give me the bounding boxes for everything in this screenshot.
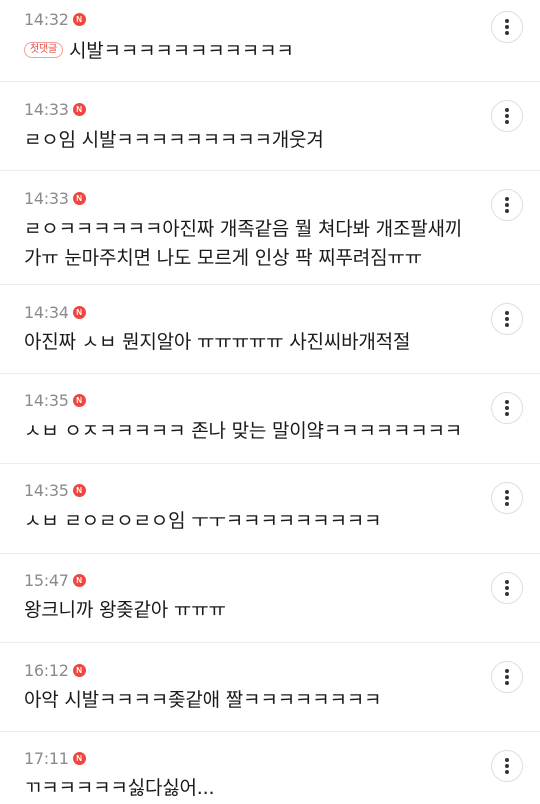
comment-time: 14:32 xyxy=(24,10,69,29)
comment-text: ㄲㅋㅋㅋㅋㅋ싫다싫어... xyxy=(24,777,215,799)
comment-item: 14:35 N ㅅㅂ ㅇㅈㅋㅋㅋㅋㅋ 존나 맞는 말이얔ㅋㅋㅋㅋㅋㅋㅋㅋ xyxy=(0,374,540,464)
more-options-button[interactable] xyxy=(491,189,523,221)
more-options-button[interactable] xyxy=(491,750,523,782)
comment-meta: 14:33 N xyxy=(24,189,86,208)
comment-time: 14:33 xyxy=(24,100,69,119)
comment-meta: 14:32 N xyxy=(24,10,86,29)
comment-text: ㄹㅇㅋㅋㅋㅋㅋㅋ아진짜 개족같음 뭘 쳐다봐 개조팔새끼 가ㅠ 눈마주치면 나도… xyxy=(24,218,463,269)
new-badge: N xyxy=(72,664,86,677)
new-badge: N xyxy=(72,13,86,26)
comment-item: 16:12 N 아악 시발ㅋㅋㅋㅋ좆같애 짤ㅋㅋㅋㅋㅋㅋㅋㅋ xyxy=(0,643,540,732)
comment-text: 아진짜 ㅅㅂ 뭔지알아 ㅠㅠㅠㅠㅠ 사진씨바개적절 xyxy=(24,331,411,353)
new-badge: N xyxy=(72,394,86,407)
new-badge: N xyxy=(72,103,86,116)
comment-meta: 14:35 N xyxy=(24,481,86,500)
more-options-button[interactable] xyxy=(491,11,523,43)
comment-time: 16:12 xyxy=(24,661,69,680)
first-comment-badge: 첫댓글 xyxy=(24,41,63,58)
comment-time: 17:11 xyxy=(24,749,69,768)
comment-text: ㄹㅇ임 시발ㅋㅋㅋㅋㅋㅋㅋㅋㅋ개웃겨 xyxy=(24,129,324,151)
new-badge: N xyxy=(72,574,86,587)
comment-meta: 16:12 N xyxy=(24,661,86,680)
comment-item: 14:33 N ㄹㅇㅋㅋㅋㅋㅋㅋ아진짜 개족같음 뭘 쳐다봐 개조팔새끼 가ㅠ … xyxy=(0,171,540,285)
comment-text: ㅅㅂ ㄹㅇㄹㅇㄹㅇ임 ㅜㅜㅋㅋㅋㅋㅋㅋㅋㅋㅋ xyxy=(24,510,382,532)
comment-meta: 17:11 N xyxy=(24,749,86,768)
comment-meta: 15:47 N xyxy=(24,571,86,590)
comment-meta: 14:35 N xyxy=(24,391,86,410)
more-options-button[interactable] xyxy=(491,572,523,604)
comment-item: 14:33 N ㄹㅇ임 시발ㅋㅋㅋㅋㅋㅋㅋㅋㅋ개웃겨 xyxy=(0,82,540,171)
comment-text-row: 첫댓글 시발ㅋㅋㅋㅋㅋㅋㅋㅋㅋㅋㅋ xyxy=(24,37,470,66)
comment-time: 14:35 xyxy=(24,481,69,500)
new-badge: N xyxy=(72,484,86,497)
comment-time: 14:33 xyxy=(24,189,69,208)
comment-text: 왕크니까 왕좆같아 ㅠㅠㅠ xyxy=(24,599,226,621)
comment-text: 아악 시발ㅋㅋㅋㅋ좆같애 짤ㅋㅋㅋㅋㅋㅋㅋㅋ xyxy=(24,689,382,711)
comment-meta: 14:33 N xyxy=(24,100,86,119)
comment-time: 14:34 xyxy=(24,303,69,322)
comment-text: 시발ㅋㅋㅋㅋㅋㅋㅋㅋㅋㅋㅋ xyxy=(69,40,294,62)
more-options-button[interactable] xyxy=(491,392,523,424)
new-badge: N xyxy=(72,306,86,319)
comment-item: 17:11 N ㄲㅋㅋㅋㅋㅋ싫다싫어... xyxy=(0,732,540,804)
comment-list: 14:32 N 첫댓글 시발ㅋㅋㅋㅋㅋㅋㅋㅋㅋㅋㅋ 14:33 N ㄹㅇ임 시발ㅋ… xyxy=(0,0,540,804)
more-options-button[interactable] xyxy=(491,482,523,514)
comment-meta: 14:34 N xyxy=(24,303,86,322)
comment-time: 14:35 xyxy=(24,391,69,410)
comment-time: 15:47 xyxy=(24,571,69,590)
more-options-button[interactable] xyxy=(491,100,523,132)
more-options-button[interactable] xyxy=(491,303,523,335)
new-badge: N xyxy=(72,192,86,205)
comment-item: 14:35 N ㅅㅂ ㄹㅇㄹㅇㄹㅇ임 ㅜㅜㅋㅋㅋㅋㅋㅋㅋㅋㅋ xyxy=(0,464,540,554)
comment-item: 14:32 N 첫댓글 시발ㅋㅋㅋㅋㅋㅋㅋㅋㅋㅋㅋ xyxy=(0,0,540,82)
more-options-button[interactable] xyxy=(491,661,523,693)
new-badge: N xyxy=(72,752,86,765)
comment-text: ㅅㅂ ㅇㅈㅋㅋㅋㅋㅋ 존나 맞는 말이얔ㅋㅋㅋㅋㅋㅋㅋㅋ xyxy=(24,420,463,442)
comment-item: 15:47 N 왕크니까 왕좆같아 ㅠㅠㅠ xyxy=(0,554,540,643)
comment-item: 14:34 N 아진짜 ㅅㅂ 뭔지알아 ㅠㅠㅠㅠㅠ 사진씨바개적절 xyxy=(0,285,540,374)
